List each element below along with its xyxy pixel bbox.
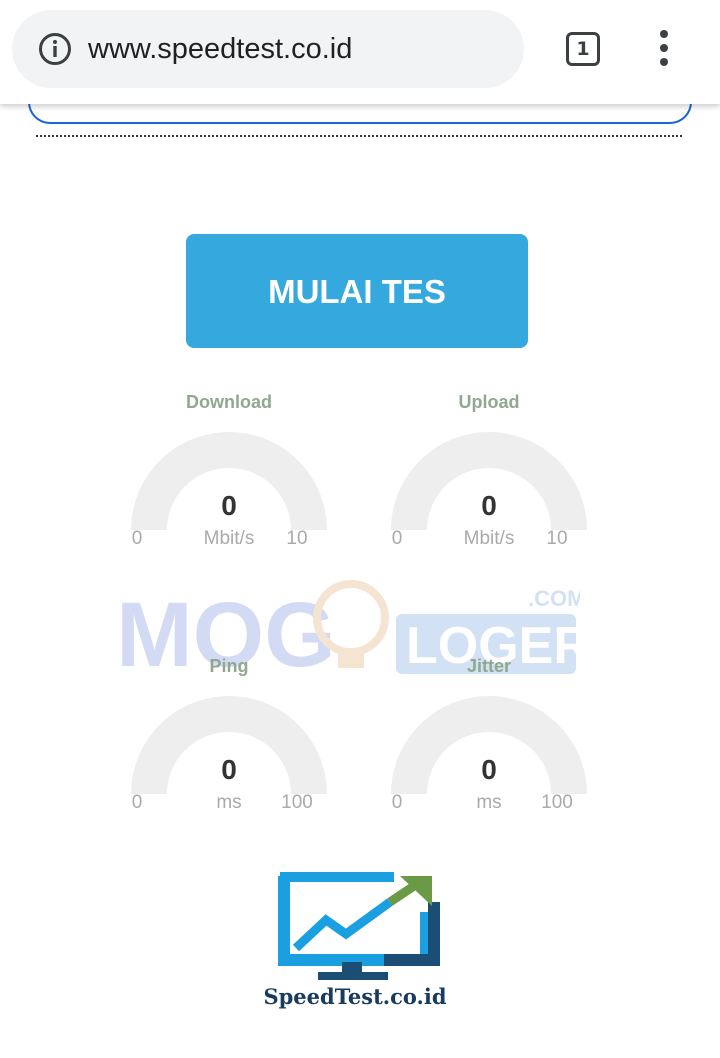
browser-toolbar: www.speedtest.co.id 1 [0,0,720,104]
gauge-value: 0 [221,754,237,785]
gauge-min: 0 [131,792,143,813]
address-bar[interactable]: www.speedtest.co.id [12,10,524,88]
info-icon[interactable] [38,32,72,66]
logo-text: SpeedTest.co.id [263,984,447,1009]
logo-monitor-icon [278,870,440,980]
gauge-min: 0 [391,792,403,813]
ping-gauge: Ping 0 0 ms 100 [109,656,349,836]
start-test-button[interactable]: MULAI TES [186,234,528,348]
speedtest-logo: SpeedTest.co.id [244,870,466,1022]
gauge-max: 100 [281,792,313,813]
gauge-min: 0 [131,528,143,549]
jitter-gauge: Jitter 0 0 ms 100 [369,656,609,836]
more-vert-icon[interactable] [654,30,674,70]
gauge-value: 0 [481,754,497,785]
watermark-suffix: .COM [528,586,580,611]
url-text[interactable]: www.speedtest.co.id [88,31,352,67]
upload-gauge: Upload 0 0 Mbit/s 10 [369,392,609,572]
gauge-value: 0 [221,490,237,521]
gauge-value: 0 [481,490,497,521]
divider [36,135,682,137]
gauge-max: 100 [541,792,573,813]
download-gauge: Download 0 0 Mbit/s 10 [109,392,349,572]
gauge-min: 0 [391,528,403,549]
tabs-icon[interactable]: 1 [566,32,600,66]
gauge-max: 10 [546,528,568,549]
gauge-max: 10 [286,528,308,549]
